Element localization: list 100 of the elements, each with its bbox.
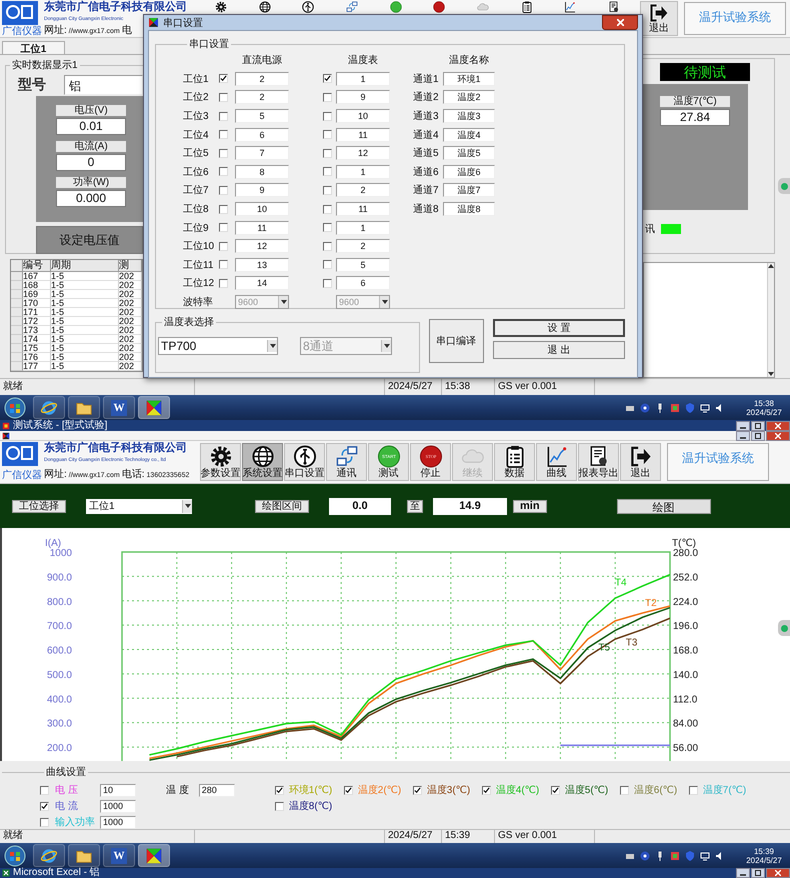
scroll-up-icon[interactable] [768, 263, 774, 269]
checkbox[interactable] [344, 786, 353, 794]
toolbar-button[interactable]: 退出 [620, 443, 661, 481]
toolbar-button[interactable]: 通讯 [326, 443, 367, 481]
toolbar-button[interactable]: 串口设置 [284, 443, 325, 481]
channel-name-field[interactable]: 温度5 [443, 146, 495, 160]
checkbox[interactable] [219, 74, 228, 84]
toolbar-button[interactable]: 系统设置 [242, 443, 283, 481]
channel-name-field[interactable]: 温度2 [443, 90, 495, 104]
model-field[interactable]: 铝 [64, 75, 143, 95]
close-button[interactable] [766, 430, 790, 440]
tab[interactable]: 工位1 [2, 41, 65, 54]
meter-address-field[interactable]: 2 [336, 239, 390, 254]
taskbar-button[interactable] [138, 396, 170, 419]
checkbox[interactable] [219, 242, 228, 251]
power-address-field[interactable]: 12 [235, 239, 289, 254]
toolbar-button[interactable]: 退出 [640, 1, 678, 36]
power-address-field[interactable]: 10 [235, 202, 289, 216]
column-header[interactable]: 测 [119, 260, 142, 272]
checkbox[interactable] [620, 786, 629, 794]
station-dropdown[interactable]: 工位1 [86, 498, 192, 514]
checkbox[interactable] [323, 242, 332, 251]
checkbox[interactable] [412, 786, 422, 794]
checkbox[interactable] [219, 260, 228, 270]
monitor-icon[interactable] [700, 850, 710, 860]
checkbox[interactable] [274, 786, 284, 794]
checkbox[interactable] [219, 204, 228, 214]
checkbox[interactable] [323, 130, 332, 140]
power-address-field[interactable]: 7 [235, 146, 289, 160]
plot-button[interactable]: 绘图 [616, 498, 711, 514]
meter-address-field[interactable]: 11 [336, 202, 390, 216]
set-voltage-button[interactable]: 设定电压值 [36, 226, 143, 254]
maximize-button[interactable] [751, 430, 765, 440]
power-address-field[interactable]: 5 [235, 109, 289, 124]
taskbar-button[interactable]: W [103, 396, 135, 419]
checkbox[interactable] [219, 223, 228, 232]
maximize-button[interactable] [751, 420, 765, 430]
toolbar-button[interactable]: 报表导出 [578, 443, 619, 481]
checkbox[interactable] [219, 130, 228, 140]
dialog-button[interactable]: 退 出 [492, 341, 625, 359]
taskbar-button[interactable] [68, 396, 100, 419]
checkbox[interactable] [40, 802, 49, 810]
meter-address-field[interactable]: 1 [336, 164, 390, 179]
app-icon[interactable] [2, 432, 10, 440]
monitor-icon[interactable] [700, 402, 710, 412]
checkbox[interactable] [219, 278, 228, 288]
meter-address-field[interactable]: 1 [336, 220, 390, 235]
toolbar-button[interactable]: 曲线 [536, 443, 577, 481]
taskbar-button[interactable] [33, 396, 65, 419]
close-button[interactable] [766, 420, 790, 430]
checkbox[interactable] [219, 148, 228, 158]
checkbox[interactable] [323, 278, 332, 288]
power-address-field[interactable]: 13 [235, 258, 289, 272]
range-end-field[interactable]: 14.9 [433, 498, 507, 514]
power-address-field[interactable]: 14 [235, 276, 289, 290]
checkbox[interactable] [219, 186, 228, 195]
scale-field[interactable]: 1000 [100, 816, 136, 828]
help-icon[interactable] [640, 402, 650, 412]
checkbox[interactable] [323, 260, 332, 270]
scale-field[interactable]: 1000 [100, 800, 136, 812]
checkbox[interactable] [40, 818, 49, 826]
start-orb-icon[interactable] [4, 396, 26, 418]
power-address-field[interactable]: 2 [235, 90, 289, 104]
network-status-icon[interactable] [670, 402, 680, 412]
channel-name-field[interactable]: 温度6 [443, 164, 495, 179]
checkbox[interactable] [323, 223, 332, 232]
close-button[interactable] [602, 15, 638, 30]
checkbox[interactable] [550, 786, 560, 794]
scale-field[interactable]: 280 [198, 784, 235, 796]
checkbox[interactable] [219, 167, 228, 176]
side-handle[interactable] [778, 178, 790, 194]
column-header[interactable]: 编号 [23, 260, 51, 272]
close-button[interactable] [766, 868, 790, 878]
range-start-field[interactable]: 0.0 [329, 498, 391, 514]
maximize-button[interactable] [751, 868, 765, 878]
checkbox[interactable] [323, 204, 332, 214]
meter-address-field[interactable]: 5 [336, 258, 390, 272]
minimize-button[interactable] [736, 868, 750, 878]
power-address-field[interactable]: 2 [235, 72, 289, 86]
power-address-field[interactable]: 9 [235, 183, 289, 198]
taskbar-button[interactable] [138, 844, 170, 867]
checkbox[interactable] [40, 786, 49, 794]
toolbar-button[interactable]: 参数设置 [200, 443, 241, 481]
checkbox[interactable] [323, 92, 332, 102]
clock[interactable]: 15:39 2024/5/27 [742, 846, 786, 864]
checkbox[interactable] [219, 112, 228, 121]
minimize-button[interactable] [736, 430, 750, 440]
start-orb-icon[interactable] [4, 844, 26, 866]
dropdown[interactable]: TP700 [158, 337, 278, 355]
checkbox[interactable] [323, 186, 332, 195]
checkbox[interactable] [323, 148, 332, 158]
taskbar-button[interactable]: W [103, 844, 135, 867]
checkbox[interactable] [323, 167, 332, 176]
channel-name-field[interactable]: 温度8 [443, 202, 495, 216]
scale-field[interactable]: 10 [100, 784, 136, 796]
channel-name-field[interactable]: 温度4 [443, 128, 495, 142]
meter-address-field[interactable]: 10 [336, 109, 390, 124]
toolbar-button[interactable]: 数据 [494, 443, 535, 481]
help-icon[interactable] [640, 850, 650, 860]
checkbox[interactable] [323, 112, 332, 121]
